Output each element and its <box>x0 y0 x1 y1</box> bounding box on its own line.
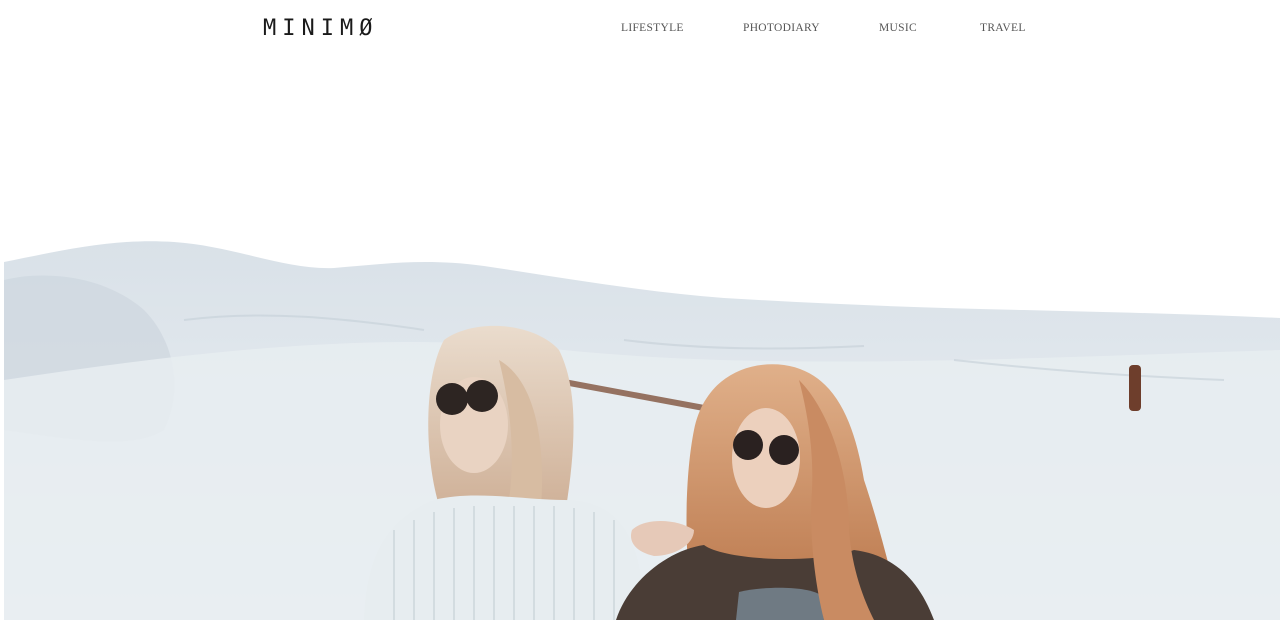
main-nav: LIFESTYLE PHOTODIARY MUSIC TRAVEL <box>0 20 1280 40</box>
hero-photo-illustration <box>4 241 1280 620</box>
sunglass-right-a <box>733 430 763 460</box>
sunglass-left-a <box>436 383 468 415</box>
site-header: MINIMØ LIFESTYLE PHOTODIARY MUSIC TRAVEL <box>0 0 1280 60</box>
nav-item-travel[interactable]: TRAVEL <box>980 20 1026 36</box>
nav-item-lifestyle[interactable]: LIFESTYLE <box>621 20 684 36</box>
shirt-right <box>736 587 824 620</box>
sunglass-left-b <box>466 380 498 412</box>
nav-item-photodiary[interactable]: PHOTODIARY <box>743 20 820 36</box>
sunglass-right-b <box>769 435 799 465</box>
nav-item-music[interactable]: MUSIC <box>879 20 917 36</box>
rust-post <box>1129 365 1141 411</box>
hero-image <box>4 200 1280 620</box>
